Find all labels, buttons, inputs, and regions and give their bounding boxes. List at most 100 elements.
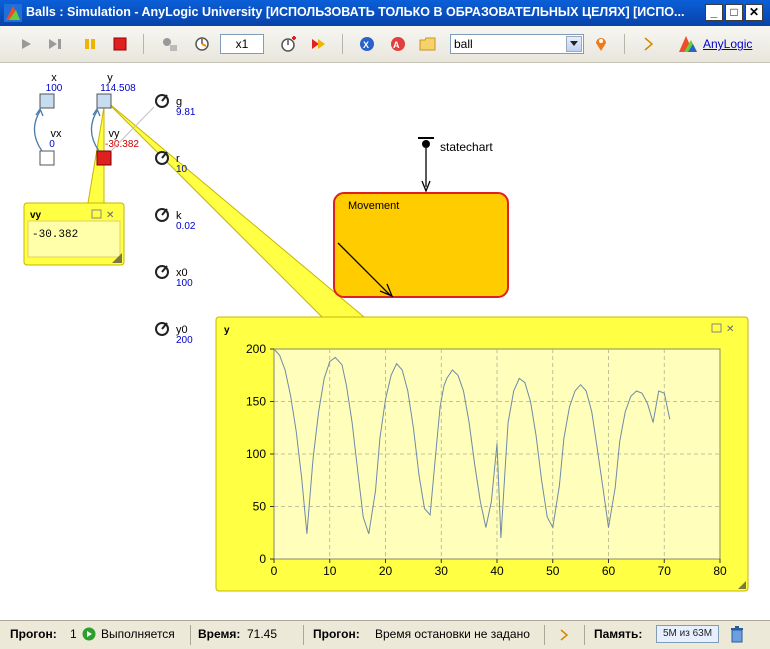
anylogic-logo-icon [679, 36, 697, 52]
chart-tick-label-x: 80 [713, 564, 727, 578]
run-button[interactable] [14, 32, 38, 56]
status-bar: Прогон: 1 Выполняется Время: 71.45 Прого… [0, 620, 770, 649]
stop-button[interactable] [108, 32, 132, 56]
chart-tick-label-y: 200 [246, 342, 266, 356]
variable-y-box[interactable] [96, 93, 112, 109]
toolbar: x1 X A ball AnyLogic [0, 26, 770, 63]
chart-tick-label-y: 150 [246, 395, 266, 409]
parameter-g[interactable]: g 9.81 [155, 94, 196, 118]
chart-tick-label-y: 100 [246, 447, 266, 461]
clock-slow-icon [195, 37, 209, 51]
anylogic-logo-button[interactable] [676, 32, 700, 56]
statechart-entry-point[interactable] [422, 140, 430, 148]
run-number: 1 [70, 627, 77, 641]
navigate-icon: A [391, 37, 405, 51]
vy-inspect-window[interactable]: vy ✕ -30.382 [23, 202, 125, 266]
speed-field[interactable]: x1 [220, 34, 264, 54]
toolbar-separator [624, 34, 625, 54]
window-title: Balls : Simulation - AnyLogic University… [26, 5, 685, 19]
map-pin-icon [596, 38, 606, 51]
title-bar: Balls : Simulation - AnyLogic University… [0, 0, 770, 26]
minimize-button[interactable]: _ [705, 4, 723, 21]
search-combo[interactable]: ball [450, 34, 584, 54]
time-value: 71.45 [247, 627, 278, 641]
pause-icon [85, 39, 95, 49]
parameter-x0-value: 100 [176, 278, 193, 289]
status-separator [544, 625, 545, 645]
fast-forward-icon [312, 39, 325, 49]
variable-vx-box[interactable] [39, 150, 55, 166]
svg-text:A: A [393, 40, 400, 50]
close-button[interactable]: ✕ [745, 4, 763, 21]
parameter-g-value: 9.81 [176, 107, 196, 118]
inspect-window-title: vy [30, 210, 42, 221]
chart-tick-label-x: 20 [379, 564, 393, 578]
close-icon[interactable]: ✕ [106, 210, 114, 221]
close-icon[interactable]: ✕ [726, 324, 734, 335]
chart-tick-label-x: 50 [546, 564, 560, 578]
real-time-mode-button[interactable] [158, 32, 182, 56]
chart-tick-label-x: 30 [435, 564, 449, 578]
chart-tick-label-y: 0 [259, 552, 266, 566]
stop-label: Прогон: [313, 627, 360, 641]
stop-icon [113, 37, 127, 51]
step-button[interactable] [43, 32, 67, 56]
status-separator [190, 625, 191, 645]
open-folder-button[interactable] [416, 32, 440, 56]
search-combo-value: ball [454, 37, 473, 51]
variable-y-value: 114.508 [100, 83, 136, 94]
running-icon [82, 627, 96, 641]
svg-text:X: X [363, 40, 369, 50]
time-label: Время: [198, 627, 241, 641]
chart-tick-label-x: 60 [602, 564, 616, 578]
anylogic-link[interactable]: AnyLogic [703, 37, 752, 51]
pause-button[interactable] [78, 32, 102, 56]
slower-button[interactable] [190, 32, 214, 56]
vx-to-x-arrow [33, 110, 43, 152]
chart-tick-label-x: 70 [658, 564, 672, 578]
parameter-y0-value: 200 [176, 335, 193, 346]
step-icon [49, 39, 61, 49]
variable-x-value: 100 [46, 83, 63, 94]
play-icon [22, 39, 31, 49]
virtual-time-button[interactable] [307, 32, 331, 56]
navigate-button[interactable]: A [386, 32, 410, 56]
model-canvas[interactable]: x 100 y 114.508 vx 0 vy -30.382 g 9.81 r… [4, 63, 766, 615]
memory-label: Память: [594, 627, 643, 641]
state-movement-label: Movement [348, 200, 399, 212]
panel-arrow-icon [644, 37, 654, 51]
experiment-button[interactable]: X [356, 32, 380, 56]
variable-vx-value: 0 [49, 139, 55, 150]
maximize-button[interactable]: □ [725, 4, 743, 21]
faster-button[interactable] [277, 32, 301, 56]
trash-icon[interactable] [730, 626, 744, 643]
parameter-k[interactable]: k 0.02 [155, 208, 196, 232]
run-label: Прогон: [10, 627, 57, 641]
variable-vy-value: -30.382 [105, 139, 139, 150]
developer-panel-button[interactable] [637, 32, 661, 56]
locate-button[interactable] [590, 32, 614, 56]
run-state: Выполняется [101, 627, 175, 641]
statechart-label: statechart [440, 140, 493, 154]
variable-x-box[interactable] [39, 93, 55, 109]
chart-tick-label-x: 0 [271, 564, 278, 578]
chevron-down-icon[interactable] [566, 36, 582, 52]
anylogic-app-icon [4, 4, 22, 22]
memory-indicator: 5М из 63М [656, 625, 719, 643]
experiment-icon: X [360, 37, 374, 51]
variable-vy-box[interactable] [96, 150, 112, 166]
y-chart-window[interactable]: y ✕ 0 10 20 30 40 50 60 70 80 0 50 100 150 200 [215, 316, 749, 592]
chart-callout-pointer [105, 100, 366, 318]
parameter-y0[interactable]: y0 200 [155, 322, 193, 346]
status-separator [303, 625, 304, 645]
parameter-r-value: 10 [176, 164, 188, 175]
folder-icon [419, 37, 436, 51]
chart-tick-label-x: 10 [323, 564, 337, 578]
model-drawing: x 100 y 114.508 vx 0 vy -30.382 g 9.81 r… [23, 72, 749, 592]
clock-fast-icon [281, 36, 296, 52]
parameter-k-value: 0.02 [176, 221, 196, 232]
parameter-x0[interactable]: x0 100 [155, 265, 193, 289]
panel-arrow-icon[interactable] [558, 628, 570, 642]
inspect-window-value: -30.382 [32, 229, 78, 241]
chart-tick-label-y: 50 [253, 500, 267, 514]
